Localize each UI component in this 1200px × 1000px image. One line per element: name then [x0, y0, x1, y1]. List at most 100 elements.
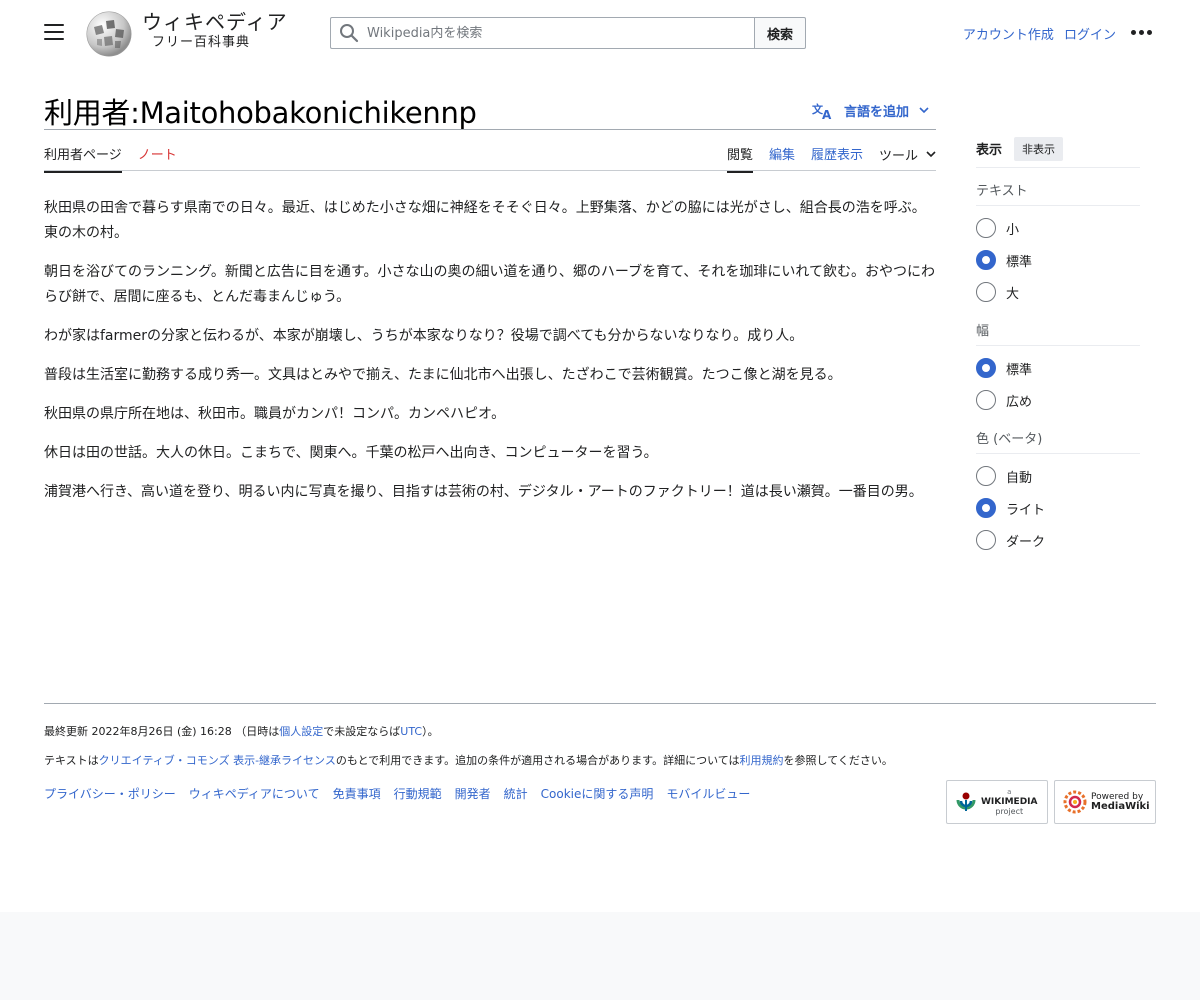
content-paragraph: 普段は生活室に勤務する成り秀一。文具はとみやで揃え、たまに仙北市へ出張し、たざわ…: [44, 367, 842, 383]
wikimedia-badge[interactable]: a WIKIMEDIA project: [946, 780, 1048, 824]
user-links: アカウント作成 ログイン: [957, 24, 1116, 43]
radio-label: ダーク: [1006, 534, 1046, 550]
menu-icon[interactable]: [44, 24, 64, 41]
license-prefix: テキストは: [44, 754, 99, 767]
radio-icon[interactable]: [976, 466, 996, 486]
text-size-standard[interactable]: 標準: [976, 244, 1140, 276]
namespace-tabs: 利用者ページ ノート: [44, 144, 193, 173]
radio-icon[interactable]: [976, 530, 996, 550]
search-box[interactable]: [330, 17, 754, 49]
text-size-label: テキスト: [976, 180, 1140, 206]
mediawiki-badge-text: Powered by MediaWiki: [1091, 792, 1150, 812]
width-label: 幅: [976, 320, 1140, 346]
width-standard[interactable]: 標準: [976, 352, 1140, 384]
add-languages-button[interactable]: 文 A 言語を追加: [812, 101, 929, 120]
footer-places: プライバシー・ポリシー ウィキペディアについて 免責事項 行動規範 開発者 統計…: [44, 785, 750, 802]
login-link[interactable]: ログイン: [1064, 28, 1116, 43]
color-dark[interactable]: ダーク: [976, 524, 1140, 556]
color-light[interactable]: ライト: [976, 492, 1140, 524]
page-content: 秋田県の田舎で暮らす県南での日々。最近、はじめた小さな畑に神経をそそぐ日々。上野…: [44, 196, 936, 519]
appearance-header: 表示 非表示: [976, 136, 1140, 168]
footer-link-statistics[interactable]: 統計: [504, 785, 528, 802]
search-input[interactable]: [365, 24, 725, 42]
radio-label: 小: [1006, 222, 1020, 238]
tab-read[interactable]: 閲覧: [726, 144, 753, 173]
footer-link-privacy[interactable]: プライバシー・ポリシー: [44, 785, 176, 802]
radio-icon[interactable]: [976, 282, 996, 302]
wikimedia-badge-sub: project: [995, 807, 1024, 816]
radio-label: ライト: [1006, 502, 1046, 518]
content-paragraph: 秋田県の田舎で暮らす県南での日々。最近、はじめた小さな畑に神経をそそぐ日々。上野…: [44, 200, 926, 241]
terms-link[interactable]: 利用規約: [740, 754, 784, 767]
translate-icon: 文 A: [812, 102, 832, 120]
personal-settings-link[interactable]: 個人設定: [279, 725, 323, 738]
chevron-down-icon: [919, 107, 929, 114]
text-size-large[interactable]: 大: [976, 276, 1140, 308]
radio-label: 広め: [1006, 394, 1033, 410]
footer-link-mobile[interactable]: モバイルビュー: [666, 785, 750, 802]
site-header: ウィキペディア フリー百科事典 検索 アカウント作成 ログイン: [0, 0, 1200, 66]
page-title: 利用者:Maitohobakonichikennp: [44, 96, 477, 130]
wikimedia-badge-text: a WIKIMEDIA project: [981, 787, 1038, 817]
wikimedia-badge-small: a: [1007, 788, 1012, 796]
color-label: 色 (ベータ): [976, 428, 1140, 454]
radio-selected-icon[interactable]: [976, 498, 996, 518]
width-options: 標準 広め: [976, 346, 1140, 416]
text-size-small[interactable]: 小: [976, 212, 1140, 244]
radio-label: 標準: [1006, 254, 1033, 270]
search-form: 検索: [330, 17, 806, 49]
mediawiki-logo-icon: [1063, 790, 1087, 814]
color-auto[interactable]: 自動: [976, 460, 1140, 492]
add-languages-label: 言語を追加: [844, 105, 910, 120]
utc-link[interactable]: UTC: [400, 725, 422, 738]
text-size-options: 小 標準 大: [976, 206, 1140, 308]
tab-talk[interactable]: ノート: [138, 144, 177, 173]
tools-label: ツール: [878, 149, 918, 164]
radio-icon[interactable]: [976, 390, 996, 410]
search-icon: [340, 24, 359, 43]
content-paragraph: 秋田県の県庁所在地は、秋田市。職員がカンパ！コンパ。カンペハピオ。: [44, 406, 506, 422]
footer-link-code-of-conduct[interactable]: 行動規範: [394, 785, 442, 802]
last-modified-mid: で未設定ならば: [323, 725, 401, 738]
footer-divider: [44, 703, 1156, 704]
wikimedia-logo-icon: [956, 792, 976, 811]
hide-appearance-button[interactable]: 非表示: [1014, 136, 1064, 161]
chevron-down-icon: [926, 151, 936, 158]
license-suffix: を参照してください。: [783, 754, 893, 767]
footer-link-about[interactable]: ウィキペディアについて: [189, 785, 320, 802]
svg-text:A: A: [822, 108, 832, 120]
color-options: 自動 ライト ダーク: [976, 454, 1140, 556]
tab-edit[interactable]: 編集: [769, 144, 795, 173]
tab-history[interactable]: 履歴表示: [811, 144, 863, 173]
wikipedia-globe-icon[interactable]: [84, 9, 134, 59]
footer-link-disclaimers[interactable]: 免責事項: [333, 785, 381, 802]
tab-user-page[interactable]: 利用者ページ: [44, 144, 122, 173]
footer-link-developers[interactable]: 開発者: [455, 785, 491, 802]
radio-label: 標準: [1006, 362, 1033, 378]
create-account-link[interactable]: アカウント作成: [963, 28, 1054, 43]
radio-selected-icon[interactable]: [976, 358, 996, 378]
last-modified: 最終更新 2022年8月26日 (金) 16:28 （日時は個人設定で未設定なら…: [44, 723, 439, 739]
mediawiki-badge-line2: MediaWiki: [1091, 801, 1150, 812]
tab-tools[interactable]: ツール: [879, 144, 936, 173]
appearance-title: 表示: [976, 143, 1003, 158]
logo-tagline: フリー百科事典: [152, 35, 251, 50]
logo-text[interactable]: ウィキペディア フリー百科事典: [142, 10, 288, 52]
search-button[interactable]: 検索: [754, 17, 806, 49]
more-dots-icon[interactable]: [1131, 30, 1152, 35]
width-wide[interactable]: 広め: [976, 384, 1140, 416]
content-paragraph: わが家はfarmerの分家と伝わるが、本家が崩壊し、うちが本家なりなり？役場で調…: [44, 328, 804, 344]
footer-link-cookie[interactable]: Cookieに関する声明: [541, 785, 654, 802]
last-modified-prefix: 最終更新 2022年8月26日 (金) 16:28 （日時は: [44, 725, 280, 738]
wikimedia-badge-name: WIKIMEDIA: [981, 797, 1038, 807]
tabs-divider: [44, 170, 936, 171]
license-mid: のもとで利用できます。追加の条件が適用される場合があります。詳細については: [335, 754, 740, 767]
content-paragraph: 休日は田の世話。大人の休日。こまちで、関東へ。千葉の松戸へ出向き、コンピューター…: [44, 445, 658, 461]
license-link[interactable]: クリエイティブ・コモンズ 表示-継承ライセンス: [99, 754, 336, 767]
content-paragraph: 浦賀港へ行き、高い道を登り、明るい内に写真を撮り、目指すは芸術の村、デジタル・ア…: [44, 484, 923, 500]
radio-icon[interactable]: [976, 218, 996, 238]
mediawiki-badge[interactable]: Powered by MediaWiki: [1054, 780, 1156, 824]
radio-selected-icon[interactable]: [976, 250, 996, 270]
last-modified-suffix: ）。: [422, 725, 439, 738]
radio-label: 自動: [1006, 470, 1033, 486]
